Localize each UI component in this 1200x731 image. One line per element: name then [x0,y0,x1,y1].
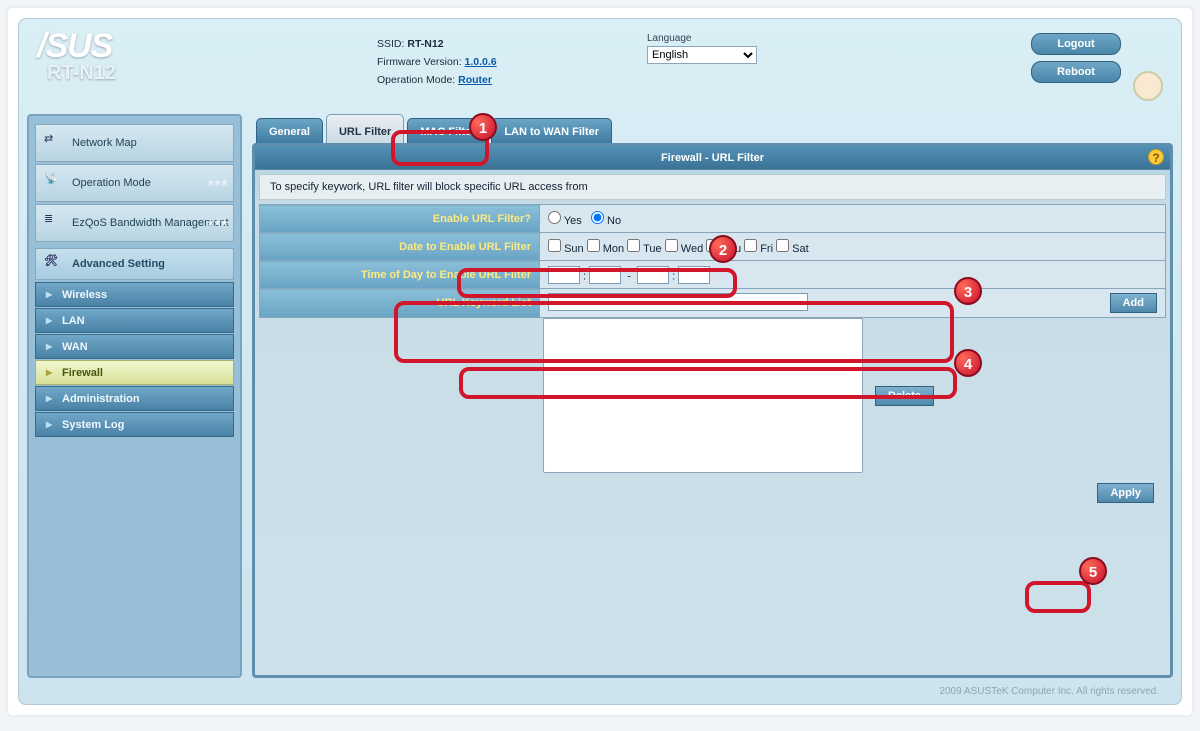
sidebar-item-ezqos[interactable]: ≣ EzQoS Bandwidth Management ★★★ [35,204,234,242]
tabbar: General URL Filter MAC Filter LAN to WAN… [252,114,1173,143]
main: General URL Filter MAC Filter LAN to WAN… [252,114,1173,678]
add-button[interactable]: Add [1110,293,1157,313]
operation-mode-icon: 📡 [44,172,66,194]
fw-link[interactable]: 1.0.0.6 [465,56,497,68]
language-select[interactable]: English [647,46,757,64]
time-from-hh[interactable] [548,266,580,284]
sidebar-item-network-map[interactable]: ⇄ Network Map [35,124,234,162]
sidebar: ⇄ Network Map 📡 Operation Mode ★★★ ≣ EzQ… [27,114,242,678]
network-map-icon: ⇄ [44,132,66,154]
sidebar-item-administration[interactable]: Administration [35,386,234,411]
language-label: Language [647,33,787,44]
day-wed[interactable]: Wed [665,243,703,255]
sysinfo: SSID: RT-N12 Firmware Version: 1.0.0.6 O… [377,35,647,89]
time-from-mm[interactable] [589,266,621,284]
sidebar-item-operation-mode[interactable]: 📡 Operation Mode ★★★ [35,164,234,202]
panel: Firewall - URL Filter ? To specify keywo… [252,143,1173,678]
panel-title: Firewall - URL Filter ? [255,146,1170,170]
tools-icon: 🛠 [44,254,64,274]
footer-copyright: 2009 ASUSTeK Computer Inc. All rights re… [19,686,1181,704]
apply-button[interactable]: Apply [1097,483,1154,503]
sidebar-advanced-title: 🛠 Advanced Setting [35,248,234,280]
ssid-value: RT-N12 [407,38,443,50]
tab-general[interactable]: General [256,118,323,143]
sidebar-item-wireless[interactable]: Wireless [35,282,234,307]
brand-logo: /SUS [37,27,377,66]
reboot-button[interactable]: Reboot [1031,61,1121,83]
sidebar-item-wan[interactable]: WAN [35,334,234,359]
sidebar-item-firewall[interactable]: Firewall [35,360,234,385]
opmode-link[interactable]: Router [458,74,492,86]
help-icon[interactable]: ? [1148,149,1164,165]
time-enable-label: Time of Day to Enable URL Filter [260,261,540,289]
tab-url-filter[interactable]: URL Filter [326,114,404,143]
avatar-icon [1133,71,1163,101]
day-fri[interactable]: Fri [744,243,773,255]
date-enable-label: Date to Enable URL Filter [260,233,540,261]
url-keyword-listbox[interactable] [543,318,863,473]
enable-no-option[interactable]: No [591,215,621,227]
url-keyword-input[interactable] [548,293,808,311]
logout-button[interactable]: Logout [1031,33,1121,55]
ssid-label: SSID: [377,38,404,50]
delete-button[interactable]: Delete [875,386,934,406]
enable-yes-option[interactable]: Yes [548,215,582,227]
panel-desc: To specify keywork, URL filter will bloc… [259,174,1166,200]
url-keyword-label: URL Keyword List [260,289,540,318]
sidebar-item-lan[interactable]: LAN [35,308,234,333]
sidebar-item-system-log[interactable]: System Log [35,412,234,437]
opmode-label: Operation Mode: [377,74,455,86]
header: /SUS RT-N12 SSID: RT-N12 Firmware Versio… [19,19,1181,114]
day-sat[interactable]: Sat [776,243,809,255]
tab-lan-to-wan-filter[interactable]: LAN to WAN Filter [491,118,612,143]
brand-model: RT-N12 [47,62,377,85]
time-to-mm[interactable] [678,266,710,284]
date-enable-days: Sun Mon Tue Wed Thu Fri Sat [540,233,1166,261]
ezqos-icon: ≣ [44,212,66,234]
enable-url-filter-label: Enable URL Filter? [260,205,540,233]
tab-mac-filter[interactable]: MAC Filter [407,118,488,143]
day-mon[interactable]: Mon [587,243,624,255]
fw-label: Firmware Version: [377,56,462,68]
time-to-hh[interactable] [637,266,669,284]
day-tue[interactable]: Tue [627,243,661,255]
day-sun[interactable]: Sun [548,243,584,255]
day-thu[interactable]: Thu [706,243,741,255]
